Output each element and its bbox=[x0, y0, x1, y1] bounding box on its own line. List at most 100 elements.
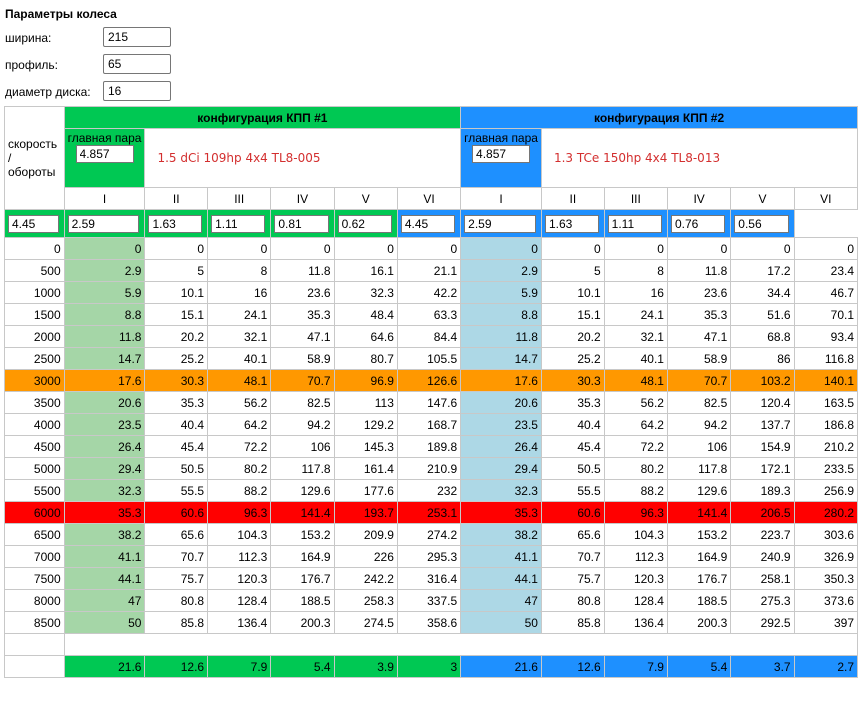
speed-cell: 258.3 bbox=[333, 589, 398, 612]
width-input[interactable] bbox=[103, 27, 171, 47]
speed-cell: 50.5 bbox=[540, 457, 605, 480]
gear-ratio-input[interactable] bbox=[670, 214, 726, 233]
speed-cell: 80.7 bbox=[333, 347, 398, 370]
gear-ratio-input[interactable] bbox=[274, 214, 329, 233]
config-1-name: 1.5 dCi 109hp 4x4 TL8-005 bbox=[144, 128, 462, 188]
gear-ratio-input[interactable] bbox=[400, 214, 456, 233]
gear-ratio-input[interactable] bbox=[67, 214, 140, 233]
speed-cell: 55.5 bbox=[144, 479, 209, 502]
gear-ratio-input[interactable] bbox=[734, 214, 789, 233]
table-row: 8500 50 85.8 136.4 200.3 274.5 358.6 50 85.8 136.… bbox=[4, 611, 858, 634]
speed-cell: 206.5 bbox=[730, 501, 795, 524]
speed-cell: 75.7 bbox=[144, 567, 209, 590]
speed-cell: 105.5 bbox=[396, 347, 462, 370]
wheel-params-title: Параметры колеса bbox=[5, 7, 117, 21]
speed-cell: 17.2 bbox=[730, 259, 795, 282]
speed-cell: 80.8 bbox=[144, 589, 209, 612]
table-row: 6500 38.2 65.6 104.3 153.2 209.9 274.2 38.2 65.6… bbox=[4, 523, 858, 546]
speed-cell: 70.7 bbox=[270, 369, 335, 392]
gear-name-row: I II III IV V VI I II III IV V VI bbox=[5, 187, 858, 210]
speed-cell: 82.5 bbox=[270, 391, 335, 414]
speed-cell: 232 bbox=[396, 479, 462, 502]
speed-cell: 26.4 bbox=[63, 435, 146, 458]
speed-cell: 275.3 bbox=[730, 589, 795, 612]
gear-ratio-input[interactable] bbox=[337, 214, 392, 233]
gear-ratio-input[interactable] bbox=[544, 214, 599, 233]
speed-cell: 40.1 bbox=[207, 347, 272, 370]
table-row: 6000 35.3 60.6 96.3 141.4 193.7 253.1 35.3 60.6 9… bbox=[4, 501, 858, 524]
speed-cell: 29.4 bbox=[63, 457, 146, 480]
speed-cell: 0 bbox=[207, 237, 272, 260]
speed-cell: 193.7 bbox=[333, 501, 398, 524]
gear-ratio-input[interactable] bbox=[148, 214, 203, 233]
profile-input[interactable] bbox=[103, 54, 171, 74]
speed-cell: 0 bbox=[396, 237, 462, 260]
speed-cell: 15.1 bbox=[540, 303, 605, 326]
footer-cell: 3.7 bbox=[730, 655, 795, 678]
table-row: 5500 32.3 55.5 88.2 129.6 177.6 232 32.3 55.5 88.… bbox=[4, 479, 858, 502]
speed-cell: 20.2 bbox=[144, 325, 209, 348]
speed-cell: 189.8 bbox=[396, 435, 462, 458]
speed-cell: 126.6 bbox=[396, 369, 462, 392]
gear-ratio-cell bbox=[270, 209, 335, 238]
speed-cell: 210.2 bbox=[793, 435, 858, 458]
speed-cell: 11.8 bbox=[270, 259, 335, 282]
speed-cell: 186.8 bbox=[793, 413, 858, 436]
speed-cell: 40.1 bbox=[603, 347, 668, 370]
gear-ratio-cell bbox=[144, 209, 209, 238]
diameter-input[interactable] bbox=[103, 81, 171, 101]
speed-cell: 200.3 bbox=[270, 611, 335, 634]
speed-cell: 10.1 bbox=[144, 281, 209, 304]
speed-cell: 47.1 bbox=[666, 325, 732, 348]
speed-cell: 23.5 bbox=[63, 413, 146, 436]
speed-cell: 35.3 bbox=[63, 501, 146, 524]
speed-cell: 50.5 bbox=[144, 457, 209, 480]
speed-cell: 164.9 bbox=[270, 545, 335, 568]
gear-ratio-input[interactable] bbox=[211, 214, 266, 233]
gear-ratio-input[interactable] bbox=[464, 214, 536, 233]
speed-cell: 117.8 bbox=[666, 457, 732, 480]
gear-ratio-row bbox=[4, 209, 858, 238]
footer-cell: 3.9 bbox=[333, 655, 398, 678]
rpm-cell: 2500 bbox=[4, 347, 65, 370]
gear-label: II bbox=[144, 187, 209, 210]
speed-cell: 153.2 bbox=[270, 523, 335, 546]
rpm-cell: 0 bbox=[4, 237, 65, 260]
speed-cell: 256.9 bbox=[793, 479, 858, 502]
speed-cell: 94.2 bbox=[666, 413, 732, 436]
rpm-cell: 4500 bbox=[4, 435, 65, 458]
speed-cell: 116.8 bbox=[793, 347, 858, 370]
speed-cell: 15.1 bbox=[144, 303, 209, 326]
config-name-row: главная пара 1.5 dCi 109hp 4x4 TL8-005 г… bbox=[5, 128, 858, 188]
speed-cell: 34.4 bbox=[730, 281, 795, 304]
speed-cell: 17.6 bbox=[460, 369, 542, 392]
speed-cell: 82.5 bbox=[666, 391, 732, 414]
table-row: 4500 26.4 45.4 72.2 106 145.3 189.8 26.4 45.4 72.… bbox=[4, 435, 858, 458]
speed-cell: 177.6 bbox=[333, 479, 398, 502]
speed-cell: 163.5 bbox=[793, 391, 858, 414]
speed-cell: 129.6 bbox=[270, 479, 335, 502]
gear-ratio-input[interactable] bbox=[607, 214, 662, 233]
table-row: 2000 11.8 20.2 32.1 47.1 64.6 84.4 11.8 20.2 32.1… bbox=[4, 325, 858, 348]
gear-ratio-input[interactable] bbox=[8, 214, 59, 233]
speed-cell: 44.1 bbox=[460, 567, 542, 590]
speed-cell: 80.8 bbox=[540, 589, 605, 612]
config-1-title: конфигурация КПП #1 bbox=[63, 106, 462, 129]
speed-cell: 2.9 bbox=[63, 259, 146, 282]
rpm-cell: 500 bbox=[4, 259, 65, 282]
speed-cell: 20.6 bbox=[460, 391, 542, 414]
main-pair-label: главная пара bbox=[67, 131, 142, 145]
speed-cell: 51.6 bbox=[730, 303, 795, 326]
width-label: ширина: bbox=[5, 31, 52, 45]
speed-cell: 32.1 bbox=[207, 325, 272, 348]
rpm-cell: 3500 bbox=[4, 391, 65, 414]
config-1-main-pair-input[interactable] bbox=[75, 145, 134, 163]
config-2-main-pair-input[interactable] bbox=[472, 145, 531, 163]
speed-cell: 5.9 bbox=[63, 281, 146, 304]
rpm-cell: 6500 bbox=[4, 523, 65, 546]
speed-cell: 20.6 bbox=[63, 391, 146, 414]
footer-cell: 2.7 bbox=[793, 655, 858, 678]
speed-cell: 5 bbox=[540, 259, 605, 282]
speed-cell: 226 bbox=[333, 545, 398, 568]
speed-cell: 96.3 bbox=[207, 501, 272, 524]
